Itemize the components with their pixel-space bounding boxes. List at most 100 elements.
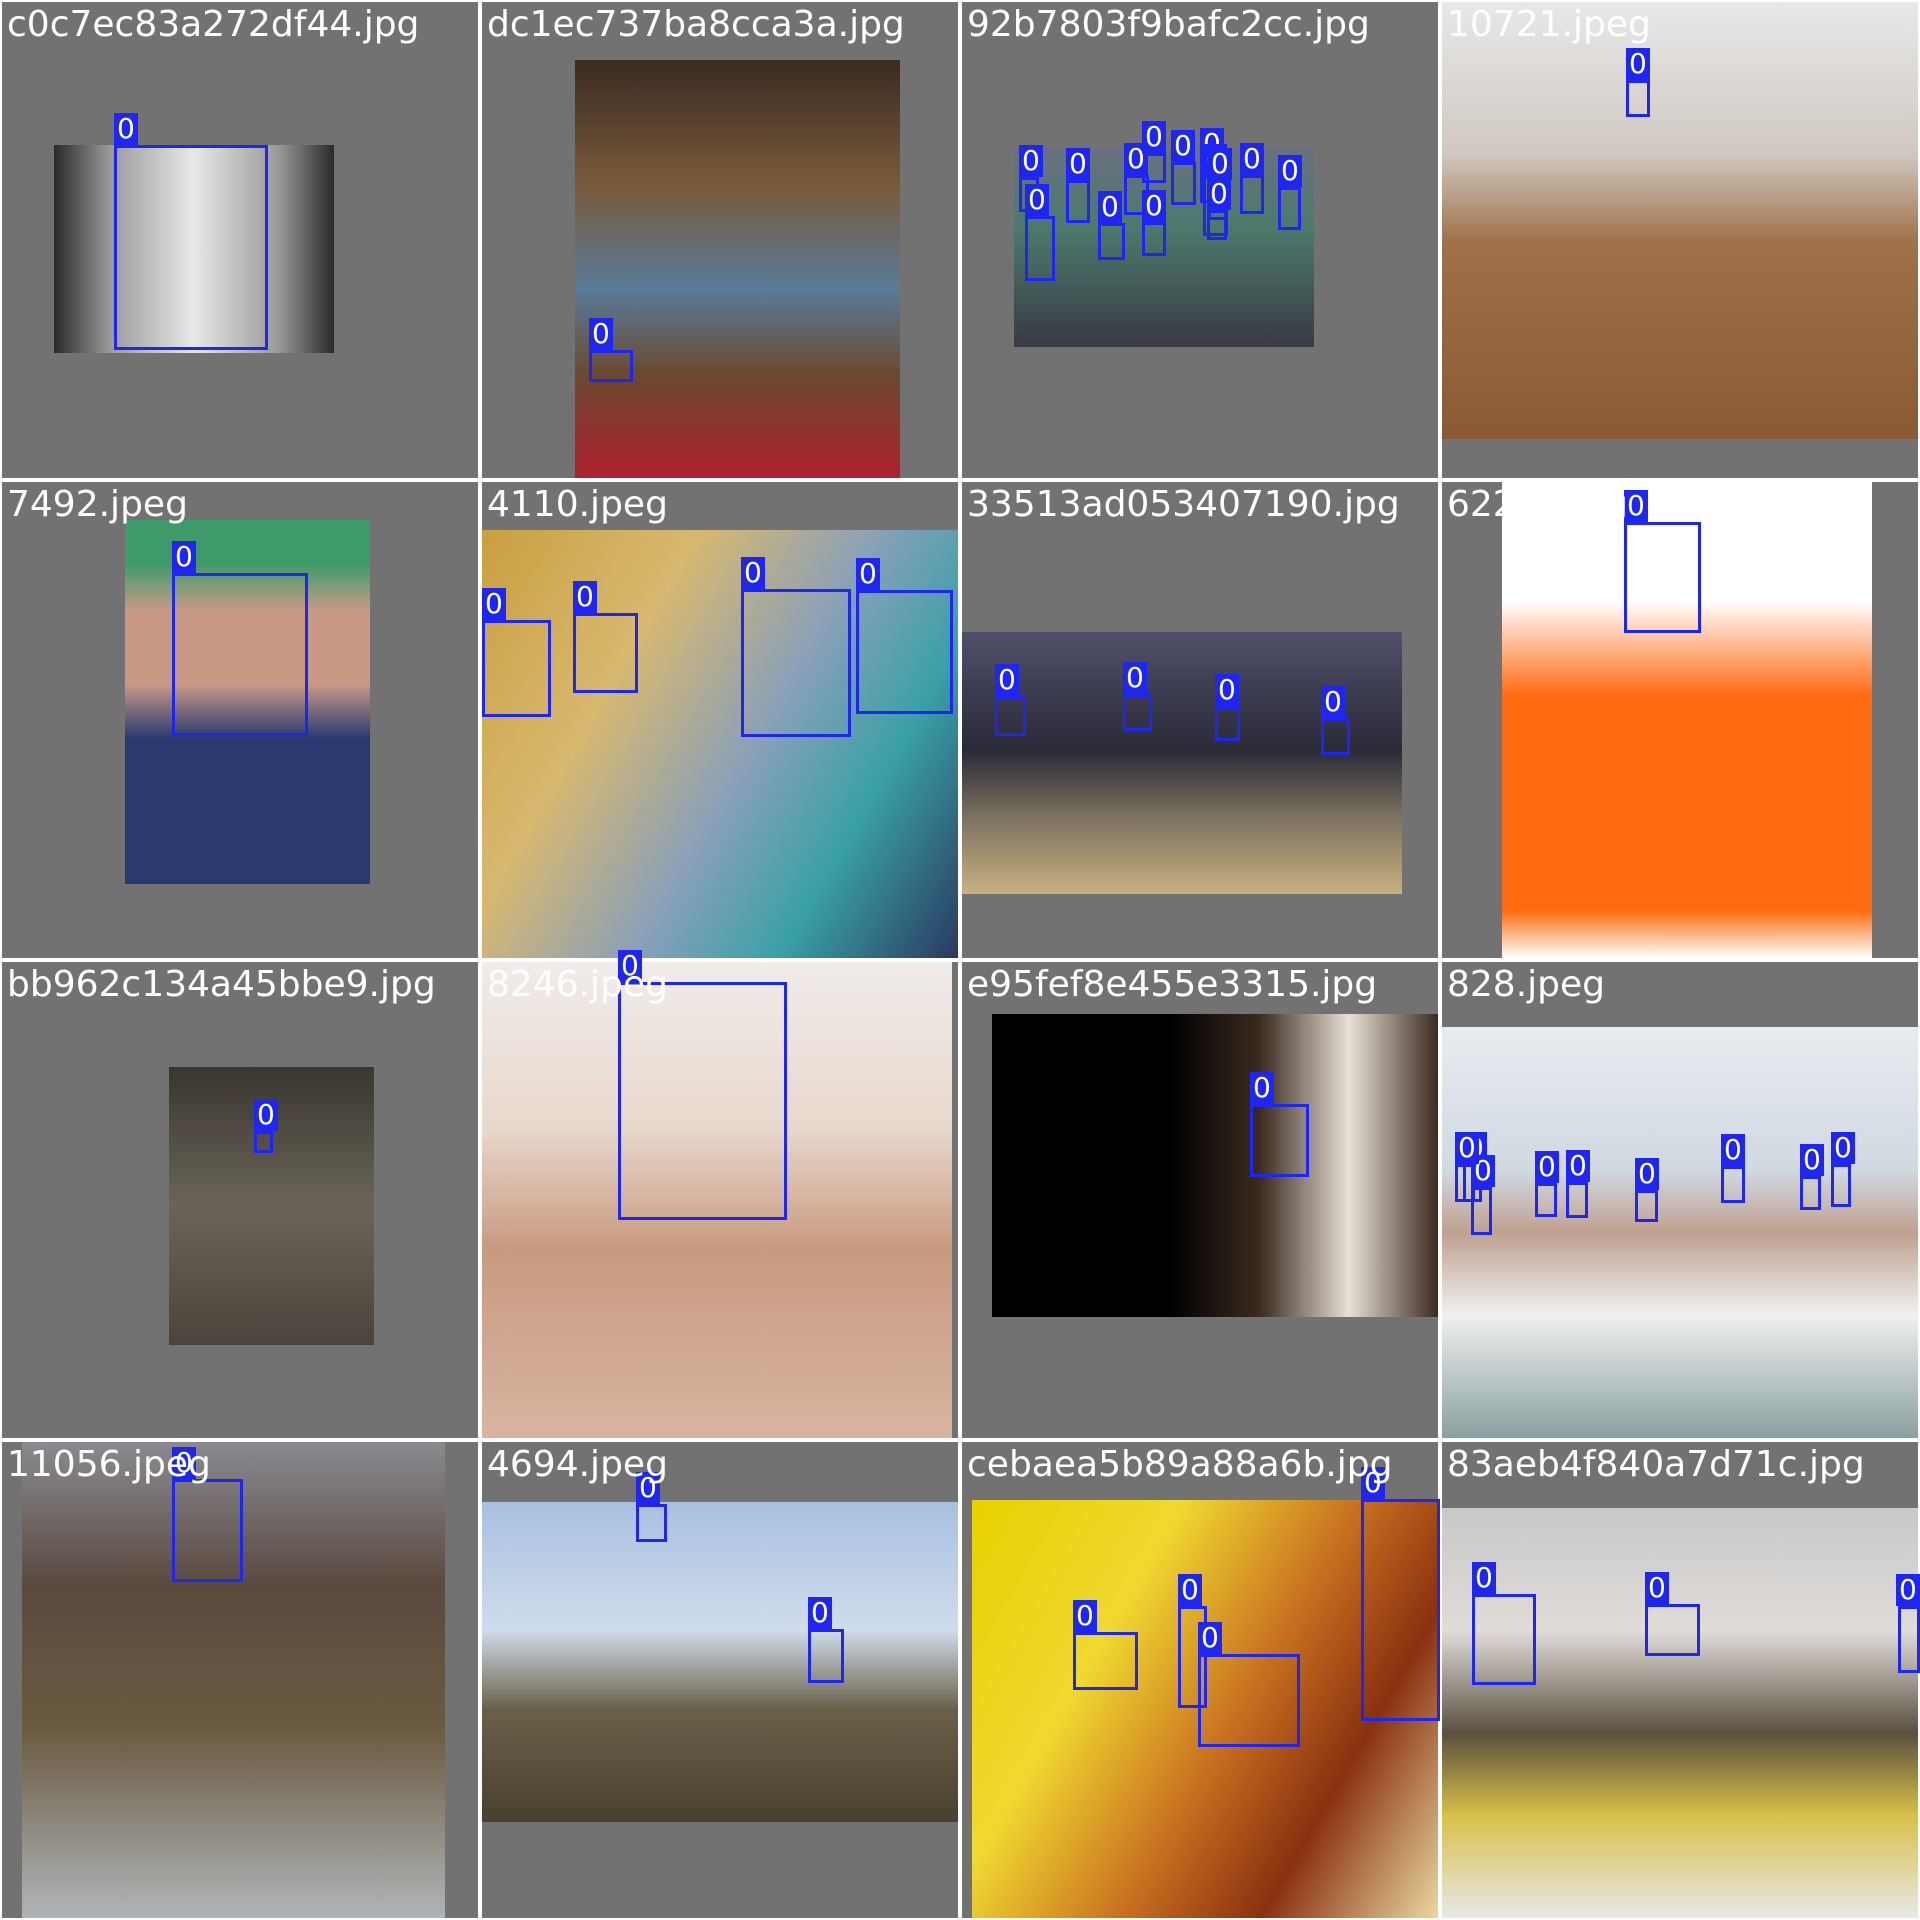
face-class-label: 0 [1142, 190, 1166, 222]
face-bounding-box [1278, 187, 1301, 230]
face-class-label: 0 [114, 113, 138, 145]
face-class-label: 0 [1645, 1572, 1669, 1604]
face-class-label: 0 [1019, 145, 1043, 177]
face-bounding-box [1831, 1164, 1851, 1207]
face-class-label: 0 [1896, 1574, 1920, 1606]
mosaic-tile: e95fef8e455e3315.jpg [962, 962, 1438, 1438]
mosaic-tile: 4694.jpeg [482, 1442, 958, 1918]
face-bounding-box [1645, 1604, 1700, 1656]
face-class-label: 0 [856, 558, 880, 590]
tile-filename: 8246.jpeg [487, 964, 668, 1005]
face-class-label: 0 [1098, 191, 1122, 223]
face-bounding-box [1171, 162, 1196, 205]
tile-filename: 7492.jpeg [7, 484, 188, 525]
face-bounding-box [856, 590, 953, 714]
tile-photo [962, 632, 1402, 894]
face-bounding-box [618, 982, 787, 1220]
face-class-label: 0 [1566, 1150, 1590, 1182]
face-bounding-box [573, 613, 638, 693]
face-bounding-box [482, 620, 551, 717]
tile-filename: 11056.jpeg [7, 1444, 211, 1485]
face-bounding-box [1025, 216, 1055, 281]
face-class-label: 0 [1455, 1132, 1479, 1164]
mosaic-tile: 4110.jpeg [482, 482, 958, 958]
face-bounding-box [1142, 222, 1166, 256]
face-class-label: 0 [573, 581, 597, 613]
face-class-label: 0 [1635, 1158, 1659, 1190]
face-bounding-box [1215, 706, 1240, 741]
mosaic-tile: 10721.jpeg [1442, 2, 1918, 478]
face-bounding-box [995, 696, 1026, 736]
face-bounding-box [1073, 1632, 1138, 1690]
tile-photo [992, 1014, 1438, 1317]
face-bounding-box [172, 1479, 243, 1582]
tile-filename: cebaea5b89a88a6b.jpg [967, 1444, 1393, 1485]
face-bounding-box [114, 145, 268, 350]
face-bounding-box [1098, 223, 1125, 260]
face-bounding-box [1626, 80, 1650, 117]
tile-filename: bb962c134a45bbe9.jpg [7, 964, 436, 1005]
face-bounding-box [1250, 1104, 1309, 1177]
face-class-label: 0 [1142, 121, 1166, 153]
face-class-label: 0 [1535, 1151, 1559, 1183]
tile-photo [1442, 1027, 1918, 1438]
face-class-label: 0 [995, 664, 1019, 696]
face-class-label: 0 [1073, 1600, 1097, 1632]
face-class-label: 0 [741, 557, 765, 589]
tile-filename: 10721.jpeg [1447, 4, 1651, 45]
face-bounding-box [1472, 1594, 1536, 1685]
face-bounding-box [1123, 694, 1152, 731]
face-bounding-box [1240, 175, 1264, 214]
tile-filename: 83aeb4f840a7d71c.jpg [1447, 1444, 1865, 1485]
face-bounding-box [1321, 718, 1350, 755]
face-bounding-box [1898, 1606, 1920, 1673]
face-class-label: 0 [589, 318, 613, 350]
tile-filename: c0c7ec83a272df44.jpg [7, 4, 420, 45]
tile-filename: 92b7803f9bafc2cc.jpg [967, 4, 1370, 45]
face-class-label: 0 [1831, 1132, 1855, 1164]
tile-photo [482, 1502, 958, 1822]
face-bounding-box [1198, 1654, 1300, 1747]
tile-filename: 6221.jpeg [1447, 484, 1628, 525]
face-bounding-box [1066, 180, 1090, 223]
face-bounding-box [1566, 1182, 1588, 1218]
face-bounding-box [1535, 1183, 1557, 1217]
tile-photo [575, 60, 900, 478]
face-class-label: 0 [1800, 1144, 1824, 1176]
face-class-label: 0 [1321, 686, 1345, 718]
face-class-label: 0 [1626, 48, 1650, 80]
face-bounding-box [1721, 1166, 1745, 1203]
face-bounding-box [1624, 522, 1701, 633]
face-class-label: 0 [1240, 143, 1264, 175]
face-class-label: 0 [172, 541, 196, 573]
face-bounding-box [1800, 1176, 1821, 1210]
face-class-label: 0 [1215, 674, 1239, 706]
tile-filename: 828.jpeg [1447, 964, 1606, 1005]
detection-mosaic: c0c7ec83a272df44.jpg 0 dc1ec737ba8cca3a.jp… [0, 0, 1920, 1920]
face-bounding-box [172, 573, 308, 736]
face-class-label: 0 [1123, 662, 1147, 694]
tile-photo [1442, 1508, 1918, 1918]
face-bounding-box [589, 350, 633, 382]
face-class-label: 0 [1721, 1134, 1745, 1166]
face-class-label: 0 [1250, 1072, 1274, 1104]
tile-filename: 33513ad053407190.jpg [967, 484, 1400, 525]
face-class-label: 0 [1278, 155, 1302, 187]
face-class-label: 0 [1178, 1574, 1202, 1606]
tile-filename: dc1ec737ba8cca3a.jpg [487, 4, 905, 45]
face-class-label: 0 [808, 1597, 832, 1629]
face-class-label: 0 [482, 588, 506, 620]
tile-photo [1442, 2, 1918, 439]
mosaic-tile: 33513ad053407190.jpg [962, 482, 1438, 958]
face-class-label: 0 [1066, 148, 1090, 180]
face-bounding-box [741, 589, 851, 737]
face-class-label: 0 [1472, 1562, 1496, 1594]
face-bounding-box [1635, 1190, 1658, 1222]
face-class-label: 0 [1025, 184, 1049, 216]
mosaic-tile: dc1ec737ba8cca3a.jpg [482, 2, 958, 478]
face-bounding-box [1361, 1499, 1440, 1721]
face-class-label: 0 [1171, 130, 1195, 162]
mosaic-tile: bb962c134a45bbe9.jpg [2, 962, 478, 1438]
face-class-label: 0 [1208, 148, 1232, 180]
tile-filename: 4110.jpeg [487, 484, 668, 525]
